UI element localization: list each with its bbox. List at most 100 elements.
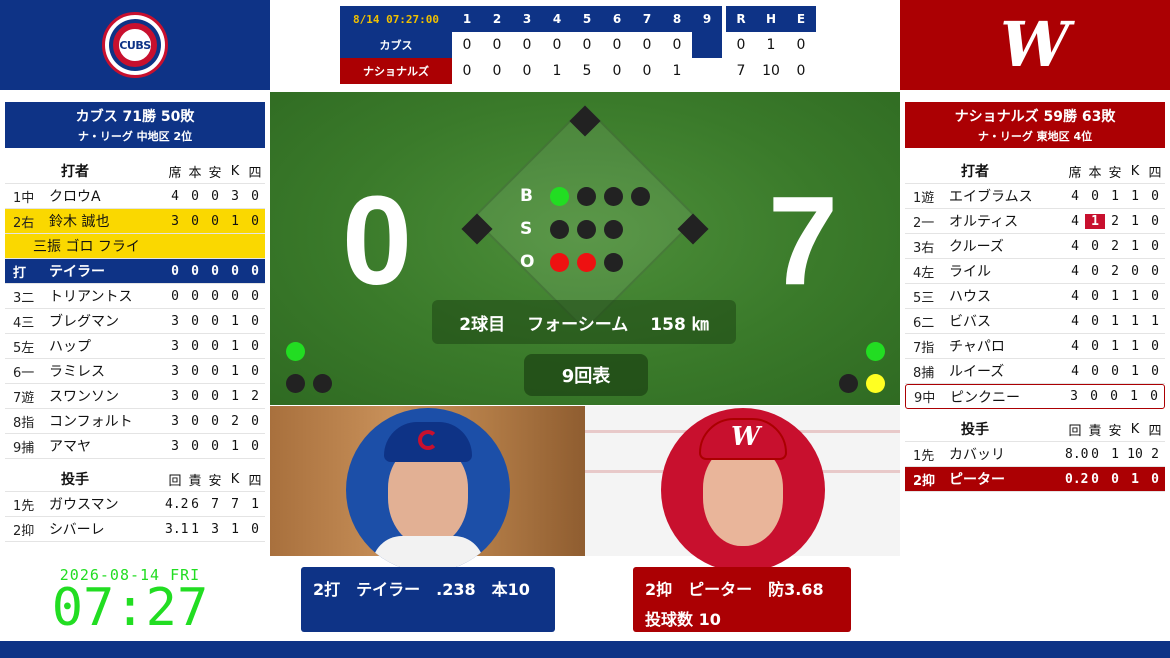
count-light xyxy=(604,187,623,206)
inning-header: 6 xyxy=(602,6,632,32)
linescore-cell: 0 xyxy=(482,58,512,84)
stat-column-header: 安 xyxy=(208,473,222,489)
cubs-logo: CUBS xyxy=(102,12,168,78)
player-position: 9捕 xyxy=(13,440,35,456)
player-stat: 0 xyxy=(1151,238,1159,254)
pitcher-photo: W xyxy=(661,408,825,572)
count-light xyxy=(631,187,650,206)
linescore-cell: 5 xyxy=(572,58,602,84)
player-name: エイブラムス xyxy=(949,189,1033,205)
player-name: ピーター xyxy=(949,472,1005,488)
player-stat: 3 xyxy=(171,438,179,454)
stat-column-header: 責 xyxy=(188,473,202,489)
player-row: 2右 鈴木 誠也 3 0 0 1 0 xyxy=(5,209,265,234)
stat-column-header: K xyxy=(1130,163,1140,179)
player-stat: 0 xyxy=(251,363,259,379)
player-stat: 2 xyxy=(1111,213,1119,229)
player-name: クルーズ xyxy=(949,239,1004,255)
player-stat: 3 xyxy=(171,313,179,329)
player-row: 6一 ラミレス 3 0 0 1 0 xyxy=(5,359,265,384)
player-stat: 0 xyxy=(1091,288,1099,304)
pitcher-info-line2: 投球数 10 xyxy=(645,610,721,629)
player-row: 5三 ハウス 4 0 1 1 0 xyxy=(905,284,1165,309)
count-light xyxy=(550,220,569,239)
player-name: アマヤ xyxy=(49,439,91,455)
player-stat: 3 xyxy=(1070,389,1078,404)
player-stat: 0 xyxy=(191,188,199,204)
player-stat: 0 xyxy=(231,288,239,304)
player-stat: 0 xyxy=(1110,389,1118,404)
player-stat: 10 xyxy=(1127,446,1143,462)
pitcher-info-line1: 2抑 ピーター 防3.68 xyxy=(645,580,824,599)
away-team-name: カブス xyxy=(340,32,452,58)
player-position: 4左 xyxy=(913,265,935,281)
away-record-title: カブス 71勝 50敗 xyxy=(75,109,195,125)
player-name: ラミレス xyxy=(49,364,105,380)
player-stat: 3 xyxy=(171,388,179,404)
player-name: トリアントス xyxy=(49,289,133,305)
player-stat: 0 xyxy=(251,263,259,279)
linescore-errors: 0 xyxy=(786,58,816,84)
player-stat: 0 xyxy=(231,263,239,279)
linescore-cell: 0 xyxy=(482,32,512,58)
player-position: 6二 xyxy=(913,315,935,331)
player-name: ハップ xyxy=(49,339,91,355)
linescore-cell: 0 xyxy=(512,32,542,58)
pitch-type: フォーシーム xyxy=(527,314,629,335)
player-stat: 3 xyxy=(211,521,219,537)
player-stat: 0 xyxy=(1151,471,1159,487)
column-label: 打者 xyxy=(961,164,989,180)
player-position: 2抑 xyxy=(13,523,35,539)
player-stat: 0 xyxy=(171,263,179,279)
inning-header: 3 xyxy=(512,6,542,32)
stat-column-header: 四 xyxy=(248,473,262,489)
pitch-number: 2球目 xyxy=(459,314,506,335)
player-stat: 7 xyxy=(231,496,239,512)
count-light xyxy=(577,253,596,272)
player-stat: 0 xyxy=(1151,188,1159,204)
player-stat: 1 xyxy=(231,313,239,329)
stat-column-header: K xyxy=(230,471,240,487)
player-stat: 1 xyxy=(1131,238,1139,254)
player-stat: 1 xyxy=(1130,389,1138,404)
home-score: 7 xyxy=(767,170,839,311)
linescore-cell: 0 xyxy=(452,32,482,58)
player-position: 7遊 xyxy=(13,390,35,406)
player-stat: 0 xyxy=(191,263,199,279)
count-light xyxy=(577,187,596,206)
pitching-header: 投手 回責安 K 四 xyxy=(5,467,265,492)
player-stat: 0 xyxy=(1111,363,1119,379)
inning-header: 2 xyxy=(482,6,512,32)
player-position: 6一 xyxy=(13,365,35,381)
player-stat: 0 xyxy=(251,288,259,304)
player-stat: 0 xyxy=(211,338,219,354)
away-indicator-light xyxy=(313,374,332,393)
player-stat: 0 xyxy=(191,288,199,304)
away-record-sub: ナ・リーグ 中地区 2位 xyxy=(77,130,193,143)
home-indicator-light xyxy=(866,374,885,393)
stat-column-header: 本 xyxy=(188,165,202,181)
player-stat: 1 xyxy=(1131,288,1139,304)
player-stat: 0 xyxy=(1151,288,1159,304)
balls-label: B xyxy=(520,186,533,206)
player-stat: 1 xyxy=(231,521,239,537)
player-stat: 1 xyxy=(1131,213,1139,229)
column-label: 打者 xyxy=(61,164,89,180)
player-stat: 0 xyxy=(211,288,219,304)
away-indicator-light xyxy=(286,342,305,361)
away-linescore-row: カブス 0 0 0 0 0 0 0 0 0 1 0 xyxy=(340,32,816,58)
player-stat: 0 xyxy=(191,438,199,454)
player-row: 4左 ライル 4 0 2 0 0 xyxy=(905,259,1165,284)
player-stat: 1 xyxy=(231,388,239,404)
stat-column-header: 安 xyxy=(208,165,222,181)
player-row: 9中 ピンクニー 3 0 0 1 0 xyxy=(905,384,1165,409)
player-stat: 8.0 xyxy=(1065,446,1089,462)
player-position: 5左 xyxy=(13,340,35,356)
player-stat: 1 xyxy=(231,338,239,354)
player-stat: 0 xyxy=(1091,446,1099,462)
linescore-cell: 0 xyxy=(572,32,602,58)
player-name: ブレグマン xyxy=(49,314,119,330)
player-name: シバーレ xyxy=(49,522,105,538)
player-stat: 0 xyxy=(191,363,199,379)
player-stat: 0 xyxy=(1151,263,1159,279)
